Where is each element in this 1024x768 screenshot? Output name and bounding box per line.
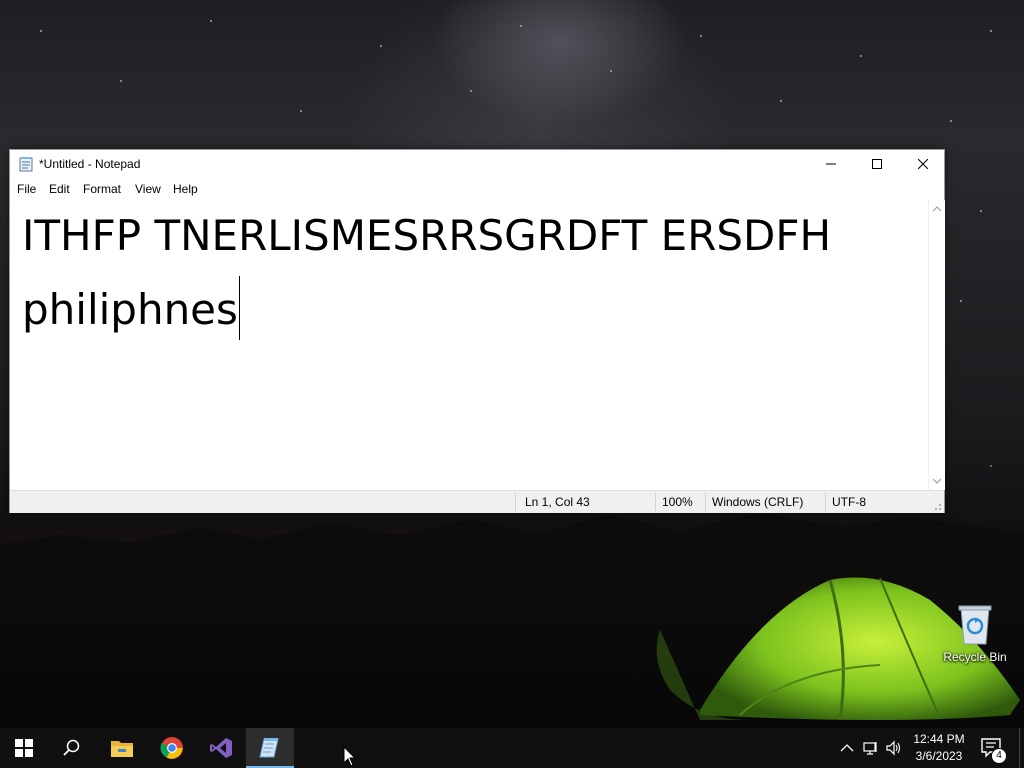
status-zoom: 100% — [662, 495, 693, 509]
network-icon[interactable] — [863, 740, 879, 756]
clock-date: 3/6/2023 — [915, 749, 963, 763]
window-title: *Untitled - Notepad — [39, 157, 141, 171]
status-separator — [515, 493, 516, 511]
status-encoding: UTF-8 — [832, 495, 866, 509]
star — [990, 465, 992, 467]
text-caret — [238, 276, 240, 340]
visual-studio-button[interactable] — [197, 728, 245, 768]
menu-bar: File Edit Format View Help — [10, 178, 944, 200]
menu-format[interactable]: Format — [83, 182, 121, 196]
close-button[interactable] — [900, 150, 946, 178]
menu-help[interactable]: Help — [173, 182, 198, 196]
status-line-ending: Windows (CRLF) — [712, 495, 804, 509]
star — [950, 120, 952, 122]
title-bar[interactable]: *Untitled - Notepad — [10, 150, 944, 178]
minimize-icon — [826, 163, 836, 165]
resize-grip-icon[interactable] — [930, 499, 942, 511]
editor-line-text: philiphnes — [22, 285, 238, 334]
file-explorer-icon — [111, 741, 133, 757]
editor-line: ITHFP TNERLISMESRRSGRDFT ERSDFH — [22, 211, 832, 260]
show-desktop-button[interactable] — [1019, 728, 1024, 768]
star — [380, 45, 382, 47]
star — [610, 70, 612, 72]
notepad-icon — [19, 157, 33, 172]
status-separator — [825, 493, 826, 511]
star — [860, 55, 862, 57]
editor-line: philiphnes — [22, 276, 240, 340]
star — [300, 110, 302, 112]
search-icon — [63, 739, 80, 756]
clock[interactable]: 12:44 PM 3/6/2023 — [908, 731, 970, 765]
status-position: Ln 1, Col 43 — [525, 495, 590, 509]
star — [990, 30, 992, 32]
status-separator — [655, 493, 656, 511]
star — [960, 300, 962, 302]
chevron-up-icon[interactable] — [839, 740, 855, 756]
star — [40, 30, 42, 32]
menu-view[interactable]: View — [135, 182, 161, 196]
minimize-button[interactable] — [808, 150, 854, 178]
notepad-window[interactable]: *Untitled - Notepad File Edit Format Vie… — [9, 149, 945, 513]
clock-time: 12:44 PM — [913, 732, 965, 746]
scroll-up-icon[interactable] — [932, 204, 942, 214]
chrome-icon — [160, 737, 183, 759]
status-separator — [705, 493, 706, 511]
taskbar: 12:44 PM 3/6/2023 4 — [0, 728, 1024, 768]
star — [700, 35, 702, 37]
visual-studio-icon — [210, 738, 232, 758]
menu-edit[interactable]: Edit — [49, 182, 70, 196]
recycle-bin-icon — [958, 605, 992, 645]
star — [210, 20, 212, 22]
star — [780, 100, 782, 102]
recycle-bin[interactable]: Recycle Bin — [940, 600, 1010, 672]
start-button[interactable] — [0, 728, 48, 768]
menu-file[interactable]: File — [17, 182, 36, 196]
vertical-scrollbar[interactable] — [928, 200, 945, 490]
close-icon — [918, 159, 928, 169]
chrome-button[interactable] — [148, 728, 196, 768]
file-explorer-button[interactable] — [98, 728, 146, 768]
star — [980, 210, 982, 212]
text-editor[interactable]: ITHFP TNERLISMESRRSGRDFT ERSDFH philiphn… — [10, 200, 928, 490]
maximize-icon — [872, 159, 882, 169]
volume-icon[interactable] — [886, 740, 902, 756]
maximize-button[interactable] — [854, 150, 900, 178]
scroll-down-icon[interactable] — [932, 476, 942, 486]
star — [470, 90, 472, 92]
status-bar: Ln 1, Col 43 100% Windows (CRLF) UTF-8 — [10, 490, 944, 513]
star — [120, 80, 122, 82]
recycle-bin-label: Recycle Bin — [943, 650, 1007, 664]
notepad-icon — [259, 738, 279, 758]
search-button[interactable] — [48, 728, 96, 768]
star — [520, 25, 522, 27]
windows-start-icon — [15, 739, 33, 757]
mouse-cursor-icon — [343, 746, 357, 767]
notepad-taskbar-button[interactable] — [246, 728, 294, 768]
notification-count-badge: 4 — [991, 748, 1007, 764]
